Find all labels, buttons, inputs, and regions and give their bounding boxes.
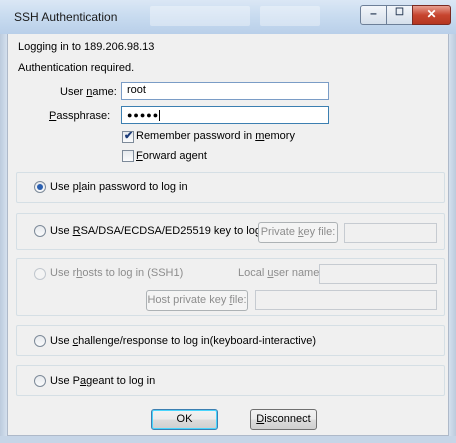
window-frame-left — [0, 34, 7, 443]
passphrase-value: ●●●●● — [127, 110, 160, 120]
private-key-btn-post: ey file: — [303, 226, 336, 238]
title-bar[interactable]: SSH Authentication – ☐ ✕ — [0, 0, 456, 35]
pageant-label[interactable]: Use Pageant to log in — [50, 375, 155, 387]
window-frame-bottom — [0, 436, 456, 443]
local-user-label-post: ser name: — [273, 267, 323, 279]
remember-label-post: emory — [264, 130, 295, 142]
username-input[interactable]: root — [121, 82, 329, 100]
rhosts-radio[interactable] — [34, 268, 46, 280]
pageant-label-post: geant to log in — [86, 375, 156, 387]
challenge-label-pre: Use — [50, 335, 73, 347]
plain-password-radio[interactable] — [34, 181, 46, 193]
host-key-btn-pre: Host private key — [147, 294, 230, 306]
challenge-response-radio[interactable] — [34, 335, 46, 347]
rsa-key-label[interactable]: Use RSA/DSA/ECDSA/ED25519 key to log in — [50, 225, 273, 237]
ssh-auth-dialog: SSH Authentication – ☐ ✕ Logging in to 1… — [0, 0, 456, 443]
disconnect-button[interactable]: Disconnect — [250, 409, 317, 430]
local-user-label-pre: Local — [238, 267, 268, 279]
checkmark-icon: ✔ — [124, 130, 134, 142]
minimize-button[interactable]: – — [360, 5, 387, 25]
rsa-key-radio[interactable] — [34, 225, 46, 237]
forward-agent-checkbox[interactable] — [122, 150, 134, 162]
pageant-radio[interactable] — [34, 375, 46, 387]
username-label: User name: — [60, 86, 117, 98]
plain-password-label[interactable]: Use plain password to log in — [50, 181, 188, 193]
passphrase-input[interactable]: ●●●●● — [121, 106, 329, 124]
background-tab-ghost — [150, 6, 250, 26]
challenge-label-post: hallenge/response to log in(keyboard-int… — [78, 335, 316, 347]
close-icon: ✕ — [426, 7, 437, 21]
username-label-post: ame: — [92, 86, 117, 98]
ok-button[interactable]: OK — [151, 409, 218, 430]
plain-label-pre: Use p — [50, 181, 79, 193]
maximize-icon: ☐ — [395, 7, 404, 18]
private-key-file-input[interactable] — [344, 223, 437, 243]
auth-required-text: Authentication required. — [18, 62, 135, 74]
username-label-pre: User — [60, 86, 87, 98]
text-cursor — [159, 110, 161, 122]
forward-label-mnemonic: F — [136, 150, 143, 162]
rsa-label-mnemonic: R — [72, 225, 81, 237]
remember-password-checkbox[interactable]: ✔ — [122, 130, 134, 143]
forward-agent-label[interactable]: Forward agent — [136, 150, 207, 162]
private-key-file-button[interactable]: Private key file: — [258, 222, 338, 243]
rsa-label-pre: Use — [50, 225, 73, 237]
minimize-icon: – — [370, 6, 377, 20]
radio-selected-dot — [37, 184, 43, 190]
local-user-name-label: Local user name: — [238, 267, 322, 279]
plain-label-post: ain password to log in — [81, 181, 188, 193]
disconnect-btn-post: isconnect — [264, 413, 311, 425]
pageant-label-pre: Use P — [50, 375, 80, 387]
private-key-btn-pre: Private — [260, 226, 298, 238]
remember-label-mnemonic: m — [255, 130, 265, 142]
remember-label-pre: Remember password in — [136, 130, 256, 142]
remember-password-label[interactable]: Remember password in memory — [136, 130, 295, 142]
rsa-label-post: SA/DSA/ECDSA/ED25519 key to log in — [80, 225, 273, 237]
host-private-key-file-button[interactable]: Host private key file: — [146, 290, 248, 311]
rhosts-label-pre: Use r — [50, 267, 77, 279]
maximize-button[interactable]: ☐ — [386, 5, 413, 25]
window-title: SSH Authentication — [14, 10, 118, 24]
close-button[interactable]: ✕ — [412, 5, 451, 25]
window-frame-right — [449, 34, 456, 443]
passphrase-label: Passphrase: — [49, 110, 110, 122]
host-private-key-file-input[interactable] — [255, 290, 437, 310]
rhosts-label-post: osts to log in (SSH1) — [82, 267, 184, 279]
background-tab-ghost — [260, 6, 320, 26]
forward-label-post: orward agent — [142, 150, 207, 162]
local-user-name-input[interactable] — [319, 264, 437, 284]
host-key-btn-post: ile: — [232, 294, 247, 306]
logging-in-text: Logging in to 189.206.98.13 — [18, 41, 155, 53]
challenge-response-label[interactable]: Use challenge/response to log in(keyboar… — [50, 335, 316, 347]
passphrase-label-post: assphrase: — [56, 110, 111, 122]
rhosts-label[interactable]: Use rhosts to log in (SSH1) — [50, 267, 183, 279]
